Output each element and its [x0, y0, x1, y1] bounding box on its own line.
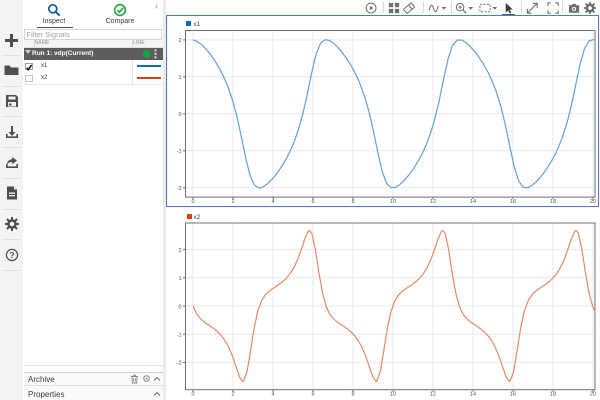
svg-text:14: 14 — [470, 392, 476, 398]
svg-text:-1: -1 — [177, 149, 182, 155]
svg-text:1: 1 — [178, 276, 181, 282]
svg-text:6: 6 — [311, 199, 314, 205]
svg-text:4: 4 — [271, 199, 274, 205]
svg-text:20: 20 — [590, 199, 596, 205]
svg-text:10: 10 — [390, 392, 396, 398]
svg-text:0: 0 — [191, 199, 194, 205]
svg-text:14: 14 — [470, 199, 476, 205]
svg-text:-1: -1 — [177, 333, 182, 339]
svg-text:6: 6 — [311, 392, 314, 398]
svg-text:12: 12 — [430, 199, 436, 205]
svg-text:2: 2 — [231, 392, 234, 398]
svg-text:16: 16 — [510, 199, 516, 205]
svg-text:8: 8 — [351, 392, 354, 398]
svg-text:2: 2 — [178, 248, 181, 254]
svg-text:2: 2 — [231, 199, 234, 205]
svg-text:-2: -2 — [177, 186, 182, 192]
svg-text:0: 0 — [178, 304, 181, 310]
svg-text:16: 16 — [510, 392, 516, 398]
svg-text:18: 18 — [550, 199, 556, 205]
svg-text:10: 10 — [390, 199, 396, 205]
svg-text:8: 8 — [351, 199, 354, 205]
svg-text:0: 0 — [191, 392, 194, 398]
svg-text:4: 4 — [271, 392, 274, 398]
svg-text:1: 1 — [178, 75, 181, 81]
svg-text:2: 2 — [178, 38, 181, 44]
svg-text:0: 0 — [178, 112, 181, 118]
svg-text:-2: -2 — [177, 361, 182, 367]
svg-text:18: 18 — [550, 392, 556, 398]
svg-text:12: 12 — [430, 392, 436, 398]
svg-text:?: ? — [9, 250, 14, 260]
svg-text:20: 20 — [590, 392, 596, 398]
